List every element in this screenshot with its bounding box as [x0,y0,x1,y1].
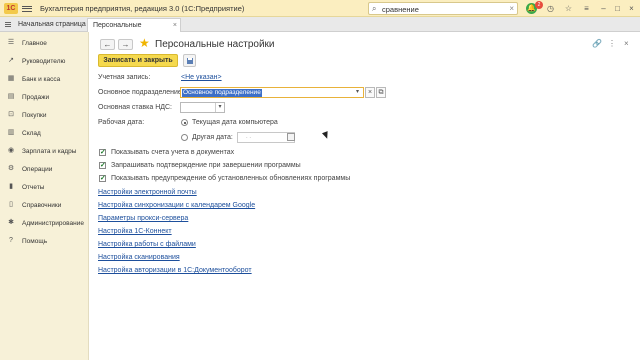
checkbox-label: Показывать счета учета в документах [111,149,235,156]
link-proxy-settings[interactable]: Параметры прокси-сервера [98,215,188,222]
sidebar-item-label: Покупки [22,112,47,119]
link-icon[interactable]: 🔗 [592,39,602,48]
sidebar-item-label: Зарплата и кадры [22,148,77,155]
gear-icon: ✱ [8,219,14,226]
tabs-menu-icon[interactable] [5,21,11,28]
sidebar-item-operations[interactable]: ⚙ Операции [0,161,89,178]
link-file-settings[interactable]: Настройка работы с файлами [98,241,196,248]
checkbox-label: Показывать предупреждение об установленн… [111,175,351,182]
favorites-icon[interactable]: ☆ [563,3,574,14]
sales-icon: ▤ [7,93,15,100]
mouse-cursor [321,131,331,140]
vat-label: Основная ставка НДС: [98,104,173,111]
app-title: Бухгалтерия предприятия, редакция 3.0 (1… [40,4,245,13]
link-1c-connect[interactable]: Настройка 1С-Коннект [98,228,172,235]
sidebar-item-label: Склад [22,130,41,137]
close-form-icon[interactable]: × [624,39,629,48]
app-logo: 1С [4,3,18,14]
sidebar-item-label: Главное [22,40,47,47]
operations-icon: ⚙ [7,165,15,172]
sidebar-item-manager[interactable]: ↗ Руководителю [0,53,89,70]
help-icon: ? [9,237,13,244]
open-field-button[interactable]: ⧉ [376,87,386,98]
sidebar-item-warehouse[interactable]: ▥ Склад [0,125,89,142]
notifications-count: 2 [535,1,543,9]
sidebar-item-purchases[interactable]: ⊡ Покупки [0,107,89,124]
checkbox-show-accounts[interactable]: ✓ [99,149,106,156]
link-google-calendar[interactable]: Настройка синхронизации с календарем Goo… [98,202,255,209]
favorite-star-icon[interactable]: ★ [139,36,150,50]
close-icon[interactable]: × [626,3,637,14]
sidebar-item-reports[interactable]: ▮ Отчеты [0,179,89,196]
more-icon[interactable]: ⋮ [608,39,616,48]
chevron-down-icon[interactable]: ▾ [215,103,224,112]
sidebar-item-help[interactable]: ? Помощь [0,233,89,250]
back-button[interactable]: ← [100,39,115,50]
history-icon[interactable]: ◷ [545,3,556,14]
sidebar-item-sales[interactable]: ▤ Продажи [0,89,89,106]
forward-button[interactable]: → [118,39,133,50]
link-docflow-auth[interactable]: Настройка авторизации в 1С:Документообор… [98,267,252,274]
link-scan-settings[interactable]: Настройка сканирования [98,254,180,261]
more-menu-icon[interactable]: ≡ [581,3,592,14]
reports-icon: ▮ [9,183,13,190]
main-panel: ← → ★ Персональные настройки 🔗 ⋮ × Запис… [90,32,640,360]
radio-current-date-label: Текущая дата компьютера [192,119,278,126]
link-email-settings[interactable]: Настройки электронной почты [98,189,197,196]
cart-icon: ⊡ [8,111,14,118]
list-icon: ☰ [7,39,15,46]
tab-personal-settings[interactable]: Персональные настройки × [87,18,181,42]
account-label: Учетная запись: [98,74,151,81]
vat-select[interactable]: ▾ [180,102,225,113]
sidebar-item-label: Справочники [22,202,62,209]
menu-icon[interactable] [22,4,32,13]
sidebar-item-label: Помощь [22,238,48,245]
save-button[interactable] [183,54,196,67]
chart-icon: ↗ [8,57,14,64]
sidebar: ☰ Главное ↗ Руководителю ▦ Банк и касса … [0,32,89,360]
radio-current-date[interactable] [181,119,188,126]
search-icon: ⌕ [372,4,377,13]
bank-icon: ▦ [7,75,15,82]
page-title: Персональные настройки [155,39,275,50]
top-bar: 1С Бухгалтерия предприятия, редакция 3.0… [0,0,640,17]
save-and-close-button[interactable]: Записать и закрыть [98,54,178,67]
sidebar-item-label: Руководителю [22,58,66,65]
sidebar-item-label: Операции [22,166,53,173]
chevron-down-icon[interactable]: ▾ [353,88,362,97]
calendar-icon[interactable] [287,133,295,141]
sidebar-item-admin[interactable]: ✱ Администрирование [0,215,89,232]
checkbox-label: Запрашивать подтверждение при завершении… [111,162,301,169]
sidebar-item-label: Продажи [22,94,50,101]
sidebar-item-label: Администрирование [22,220,84,227]
tab-close-icon[interactable]: × [173,19,177,32]
book-icon: ▯ [9,201,13,208]
sidebar-item-main[interactable]: ☰ Главное [0,35,89,52]
clear-search-icon[interactable]: × [509,4,514,13]
checkbox-confirm-exit[interactable]: ✓ [99,162,106,169]
sidebar-item-label: Банк и касса [22,76,61,83]
tab-home[interactable]: Начальная страница [13,18,91,32]
minimize-icon[interactable]: – [598,3,609,14]
radio-other-date-label: Другая дата: [192,134,233,141]
clear-field-button[interactable]: × [365,87,375,98]
account-link[interactable]: <Не указан> [181,74,222,81]
radio-other-date[interactable] [181,134,188,141]
search-value: сравнение [382,5,419,14]
sidebar-item-bank[interactable]: ▦ Банк и касса [0,71,89,88]
subdivision-value: Основное подразделение [182,89,262,97]
sidebar-item-label: Отчеты [22,184,45,191]
sidebar-item-catalogs[interactable]: ▯ Справочники [0,197,89,214]
work-date-label: Рабочая дата: [98,119,145,126]
maximize-icon[interactable]: □ [612,3,623,14]
checkbox-update-warning[interactable]: ✓ [99,175,106,182]
warehouse-icon: ▥ [7,129,15,136]
subdivision-label: Основное подразделение: [98,89,184,96]
subdivision-field[interactable]: Основное подразделение ▾ [180,87,364,98]
tab-bar: Начальная страница Персональные настройк… [0,17,640,42]
people-icon: ◉ [7,147,15,154]
search-input[interactable]: ⌕ сравнение × [368,2,518,15]
sidebar-item-salary[interactable]: ◉ Зарплата и кадры [0,143,89,160]
